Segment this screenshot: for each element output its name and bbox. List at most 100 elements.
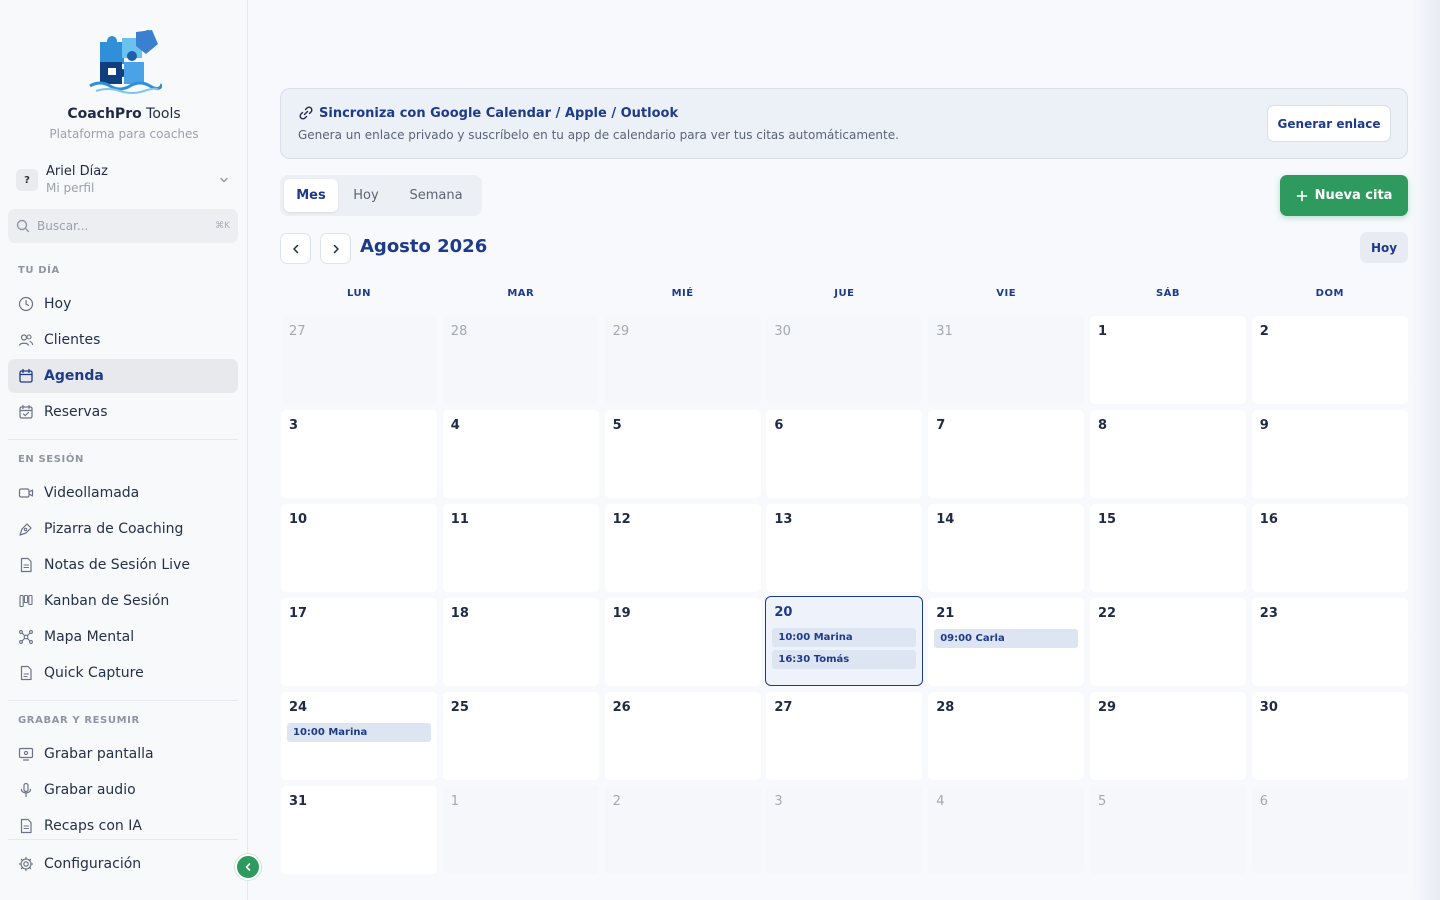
day-cell[interactable]: 21 09:00 Carla bbox=[928, 598, 1085, 686]
collapse-sidebar-button[interactable] bbox=[235, 854, 261, 880]
day-cell[interactable]: 29 bbox=[604, 316, 761, 404]
day-cell[interactable]: 8 bbox=[1090, 410, 1246, 498]
day-cell[interactable]: 2 bbox=[604, 786, 761, 874]
day-number: 31 bbox=[936, 324, 953, 339]
profile-switcher[interactable]: ? Ariel Díaz Mi perfil bbox=[8, 160, 238, 200]
day-cell[interactable]: 10 bbox=[281, 504, 437, 592]
day-cell[interactable]: 17 bbox=[281, 598, 437, 686]
new-appointment-label: Nueva cita bbox=[1314, 188, 1393, 203]
day-cell[interactable]: 9 bbox=[1251, 410, 1408, 498]
sidebar-item-hoy[interactable]: Hoy bbox=[8, 287, 238, 321]
day-number: 11 bbox=[450, 512, 469, 527]
day-cell[interactable]: 22 bbox=[1090, 598, 1246, 686]
day-number: 21 bbox=[936, 606, 955, 621]
chevron-left-icon bbox=[245, 863, 251, 871]
day-cell[interactable]: 25 bbox=[442, 692, 599, 780]
new-appointment-button[interactable]: Nueva cita bbox=[1280, 175, 1408, 216]
day-cell[interactable]: 23 bbox=[1251, 598, 1408, 686]
weekday-header: MIÉ bbox=[671, 288, 694, 299]
sidebar-divider bbox=[8, 839, 238, 840]
tab-mes[interactable]: Mes bbox=[284, 179, 338, 212]
day-cell[interactable]: 28 bbox=[442, 316, 599, 404]
day-cell-today[interactable]: 20 10:00 Marina 16:30 Tomás bbox=[765, 596, 924, 686]
tab-semana[interactable]: Semana bbox=[394, 179, 478, 212]
prev-month-button[interactable] bbox=[280, 233, 311, 264]
day-cell[interactable]: 11 bbox=[442, 504, 599, 592]
sidebar-item-clientes[interactable]: Clientes bbox=[8, 323, 238, 357]
sidebar-item-agenda[interactable]: Agenda bbox=[8, 359, 238, 393]
weekday-header: DOM bbox=[1315, 288, 1344, 299]
appointment-chip[interactable]: 16:30 Tomás bbox=[772, 650, 917, 669]
sidebar-item-label: Reservas bbox=[44, 404, 108, 420]
appointment-chip[interactable]: 10:00 Marina bbox=[287, 723, 431, 742]
sync-title: Sincroniza con Google Calendar / Apple /… bbox=[298, 105, 678, 121]
sidebar-item-reservas[interactable]: Reservas bbox=[8, 395, 238, 429]
go-today-button[interactable]: Hoy bbox=[1360, 232, 1408, 263]
day-cell[interactable]: 31 bbox=[281, 786, 437, 874]
day-cell[interactable]: 27 bbox=[281, 316, 437, 404]
tab-hoy[interactable]: Hoy bbox=[340, 179, 392, 212]
day-cell[interactable]: 4 bbox=[928, 786, 1085, 874]
file-icon bbox=[20, 665, 32, 681]
brand-name: CoachPro Tools bbox=[0, 106, 248, 122]
day-number: 1 bbox=[1098, 324, 1108, 339]
day-number: 29 bbox=[612, 324, 630, 339]
sidebar-item-grabar-audio[interactable]: Grabar audio bbox=[8, 773, 238, 807]
day-cell[interactable]: 5 bbox=[1090, 786, 1246, 874]
day-cell[interactable]: 30 bbox=[1251, 692, 1408, 780]
day-cell[interactable]: 16 bbox=[1251, 504, 1408, 592]
sidebar-item-notas[interactable]: Notas de Sesión Live bbox=[8, 548, 238, 582]
day-cell[interactable]: 12 bbox=[604, 504, 761, 592]
day-cell[interactable]: 27 bbox=[766, 692, 923, 780]
day-cell[interactable]: 14 bbox=[928, 504, 1085, 592]
sidebar-item-videollamada[interactable]: Videollamada bbox=[8, 476, 238, 510]
sync-title-text: Sincroniza con Google Calendar / Apple /… bbox=[319, 105, 679, 121]
sidebar-item-pizarra[interactable]: Pizarra de Coaching bbox=[8, 512, 238, 546]
appointment-chip[interactable]: 09:00 Carla bbox=[934, 629, 1079, 648]
day-cell[interactable]: 24 10:00 Marina bbox=[281, 692, 437, 780]
search-shortcut: ⌘K bbox=[215, 221, 230, 231]
day-cell[interactable]: 28 bbox=[928, 692, 1085, 780]
sidebar-item-mapa[interactable]: Mapa Mental bbox=[8, 620, 238, 654]
sync-description: Genera un enlace privado y suscríbelo en… bbox=[298, 128, 899, 142]
day-cell[interactable]: 7 bbox=[928, 410, 1085, 498]
day-number: 4 bbox=[450, 418, 460, 433]
sidebar-item-label: Mapa Mental bbox=[44, 629, 135, 645]
day-cell[interactable]: 13 bbox=[766, 504, 923, 592]
day-cell[interactable]: 1 bbox=[1090, 316, 1246, 404]
day-number: 28 bbox=[936, 700, 955, 715]
day-cell[interactable]: 19 bbox=[604, 598, 761, 686]
day-cell[interactable]: 2 bbox=[1251, 316, 1408, 404]
brand-name-rest: Tools bbox=[141, 106, 181, 122]
day-cell[interactable]: 3 bbox=[281, 410, 437, 498]
day-cell[interactable]: 4 bbox=[442, 410, 599, 498]
weekday-header: JUE bbox=[834, 288, 855, 299]
link-icon bbox=[299, 106, 313, 120]
day-cell[interactable]: 15 bbox=[1090, 504, 1246, 592]
day-number: 29 bbox=[1098, 700, 1117, 715]
sidebar-item-quick-capture[interactable]: Quick Capture bbox=[8, 656, 238, 690]
day-cell[interactable]: 26 bbox=[604, 692, 761, 780]
day-number: 2 bbox=[1259, 324, 1269, 339]
day-cell[interactable]: 3 bbox=[766, 786, 923, 874]
day-cell[interactable]: 6 bbox=[1251, 786, 1408, 874]
day-number: 14 bbox=[936, 512, 955, 527]
generate-link-button[interactable]: Generar enlace bbox=[1267, 105, 1391, 142]
sidebar-item-grabar-pantalla[interactable]: Grabar pantalla bbox=[8, 737, 238, 771]
day-cell[interactable]: 18 bbox=[442, 598, 599, 686]
document-icon bbox=[20, 818, 32, 834]
day-cell[interactable]: 30 bbox=[766, 316, 923, 404]
day-cell[interactable]: 31 bbox=[928, 316, 1085, 404]
next-month-button[interactable] bbox=[320, 233, 351, 264]
sidebar-item-recaps[interactable]: Recaps con IA bbox=[8, 809, 238, 843]
day-number: 28 bbox=[450, 324, 468, 339]
day-cell[interactable]: 29 bbox=[1090, 692, 1246, 780]
day-cell[interactable]: 6 bbox=[766, 410, 923, 498]
appointment-chip[interactable]: 10:00 Marina bbox=[772, 628, 917, 647]
search-input[interactable] bbox=[37, 219, 197, 233]
day-cell[interactable]: 1 bbox=[442, 786, 599, 874]
day-number: 4 bbox=[936, 794, 945, 809]
sidebar-item-configuracion[interactable]: Configuración bbox=[8, 847, 238, 881]
day-cell[interactable]: 5 bbox=[604, 410, 761, 498]
sidebar-item-kanban[interactable]: Kanban de Sesión bbox=[8, 584, 238, 618]
